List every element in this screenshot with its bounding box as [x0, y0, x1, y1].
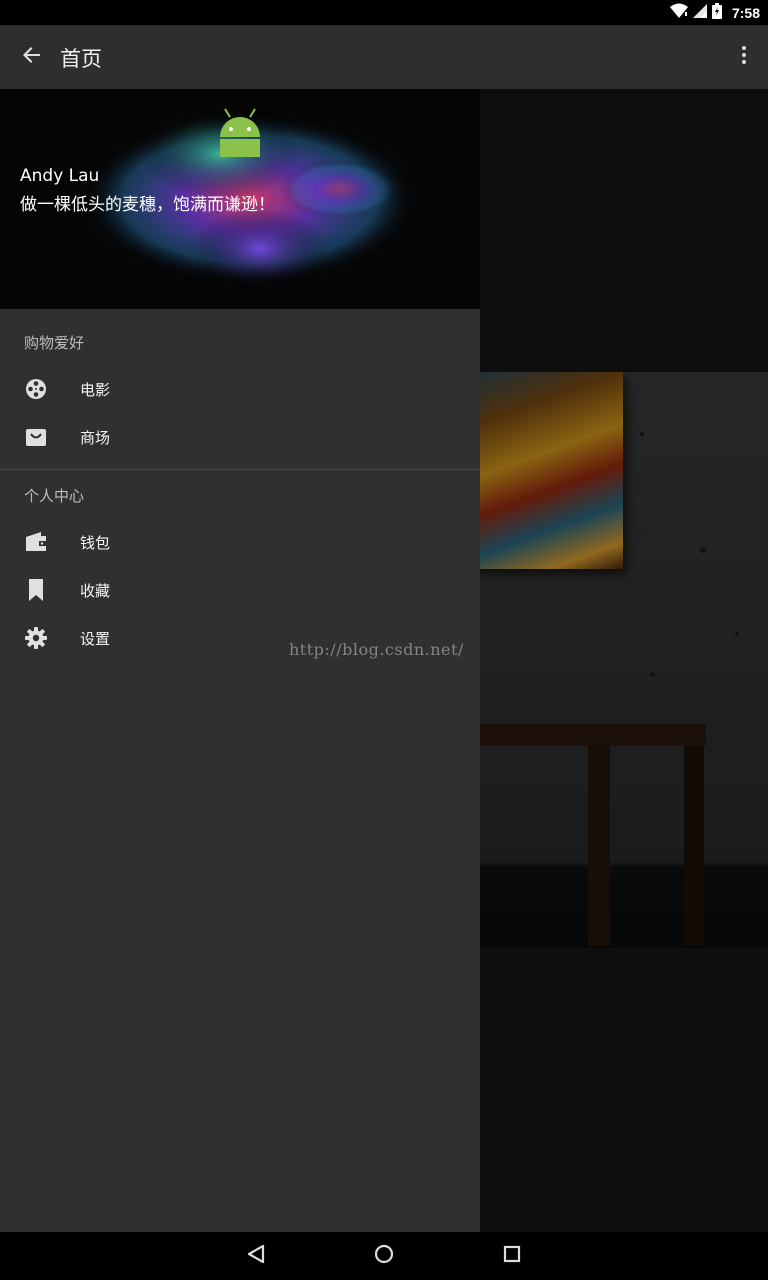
system-back-button[interactable] — [244, 1244, 268, 1268]
more-vert-icon — [741, 45, 747, 69]
user-name: Andy Lau — [20, 166, 100, 186]
overflow-menu-button[interactable] — [730, 39, 758, 75]
watermark: http://blog.csdn.net/ — [289, 640, 464, 659]
nav-item-favorites[interactable]: 收藏 — [0, 566, 480, 614]
nav-label-settings: 设置 — [80, 629, 111, 648]
app-bar: 首页 — [0, 25, 768, 89]
home-circle-icon — [374, 1244, 394, 1268]
section-divider — [0, 469, 480, 470]
status-time: 7:58 — [731, 5, 760, 21]
nav-item-mall[interactable]: 商场 — [0, 413, 480, 461]
section-title-shopping: 购物爱好 — [24, 334, 85, 352]
user-motto: 做一棵低头的麦穗，饱满而谦逊！ — [20, 195, 275, 215]
nav-item-wallet[interactable]: 钱包 — [0, 518, 480, 566]
battery-icon — [711, 3, 722, 23]
navigation-drawer: Andy Lau 做一棵低头的麦穗，饱满而谦逊！ 购物爱好 电影 商场 个人中心… — [0, 89, 480, 1232]
nav-label-mall: 商场 — [80, 428, 111, 447]
wifi-icon — [669, 3, 688, 23]
bookmark-icon — [24, 578, 48, 602]
status-icons: 7:58 — [669, 3, 760, 23]
nav-label-movie: 电影 — [80, 380, 111, 399]
wallet-icon — [24, 530, 48, 554]
back-triangle-icon — [247, 1244, 265, 1268]
settings-gear-icon — [24, 626, 48, 650]
arrow-back-icon — [23, 46, 41, 68]
back-button[interactable] — [14, 39, 50, 75]
nav-label-wallet: 钱包 — [80, 533, 111, 552]
page-title: 首页 — [60, 47, 102, 71]
section-title-personal: 个人中心 — [24, 487, 85, 505]
system-recents-button[interactable] — [500, 1244, 524, 1268]
movie-reel-icon — [24, 377, 48, 401]
status-bar: 7:58 — [0, 0, 768, 25]
signal-icon — [692, 3, 708, 23]
system-nav-bar — [0, 1232, 768, 1280]
system-home-button[interactable] — [372, 1244, 396, 1268]
nav-item-movie[interactable]: 电影 — [0, 365, 480, 413]
shopping-bag-icon — [24, 425, 48, 449]
recents-square-icon — [503, 1245, 521, 1267]
nav-label-favorites: 收藏 — [80, 581, 111, 600]
drawer-header: Andy Lau 做一棵低头的麦穗，饱满而谦逊！ — [0, 89, 480, 309]
